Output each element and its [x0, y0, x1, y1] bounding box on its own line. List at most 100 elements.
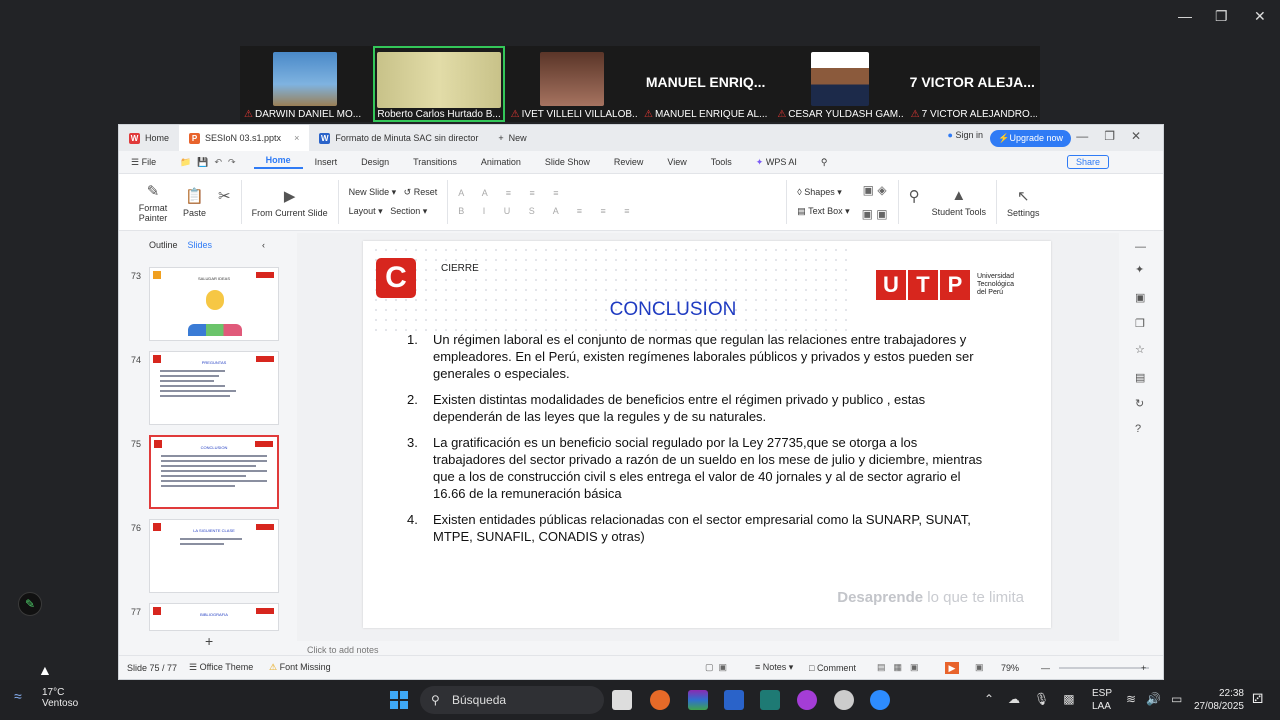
- zoom-app-icon[interactable]: [870, 690, 890, 710]
- chatgpt-icon[interactable]: [834, 690, 854, 710]
- font-missing-button[interactable]: ⚠ Font Missing: [269, 662, 331, 673]
- menu-slide-show[interactable]: Slide Show: [533, 157, 602, 167]
- copy-icon[interactable]: ❐: [1135, 317, 1145, 330]
- word-icon[interactable]: [724, 690, 744, 710]
- system-icons[interactable]: ≋🔊▭: [1126, 692, 1192, 706]
- weather-widget[interactable]: ≈ 17°C Ventoso: [14, 687, 78, 709]
- notes-field[interactable]: Click to add notes: [307, 645, 379, 655]
- outline-tab[interactable]: Outline: [149, 240, 178, 250]
- menu-view[interactable]: View: [655, 157, 698, 167]
- window-controls[interactable]: —❐✕: [1076, 129, 1157, 143]
- settings-button[interactable]: ↖ Settings: [1001, 187, 1046, 218]
- view-icons[interactable]: ▢ ▣: [705, 662, 727, 673]
- help-icon[interactable]: ?: [1135, 423, 1141, 435]
- view-mode-icons[interactable]: ▤▦▣: [877, 662, 927, 673]
- paste-button[interactable]: 📋 Paste: [177, 187, 212, 218]
- menu-animation[interactable]: Animation: [469, 157, 533, 167]
- sign-in-button[interactable]: ● Sign in: [948, 130, 983, 140]
- language-indicator[interactable]: ESP LAA: [1092, 687, 1112, 713]
- participant-tile-3[interactable]: ⚠ IVET VILLELI VILLALOB...: [506, 46, 638, 122]
- add-slide-button[interactable]: +: [205, 633, 213, 649]
- participant-tile-4[interactable]: MANUEL ENRIQ... ⚠ MANUEL ENRIQUE AL...: [639, 46, 772, 122]
- copilot-icon[interactable]: [797, 690, 817, 710]
- participant-tile-1[interactable]: ⚠ DARWIN DANIEL MO...: [240, 46, 372, 122]
- menu-transitions[interactable]: Transitions: [401, 157, 469, 167]
- status-bar: Slide 75 / 77 ☰ Office Theme ⚠ Font Miss…: [119, 655, 1163, 679]
- collapse-pane-icon[interactable]: ‹: [262, 240, 265, 250]
- participant-tile-2[interactable]: Roberto Carlos Hurtado B...: [373, 46, 505, 122]
- notification-bell-icon[interactable]: ⚂: [1252, 691, 1263, 707]
- file-explorer-icon[interactable]: [612, 690, 632, 710]
- theme-button[interactable]: ☰ Office Theme: [189, 662, 253, 673]
- start-button[interactable]: [390, 691, 408, 709]
- star-icon[interactable]: ☆: [1135, 343, 1145, 356]
- format-painter-button[interactable]: ✎ Format Painter: [129, 182, 177, 223]
- restore-button[interactable]: ❐: [1215, 8, 1228, 25]
- close-button[interactable]: ✕: [1254, 8, 1266, 25]
- slide-thumbnail[interactable]: PREGUNTAS: [149, 351, 279, 425]
- participant-tile-6[interactable]: 7 VICTOR ALEJA... ⚠ 7 VICTOR ALEJANDRO...: [906, 46, 1038, 122]
- comment-button[interactable]: □ Comment: [809, 663, 856, 673]
- tray-icons[interactable]: ⌃☁🎙▩: [984, 692, 1089, 706]
- firefox-icon[interactable]: [650, 690, 670, 710]
- zoom-out-button[interactable]: —: [1041, 663, 1050, 673]
- participant-video: [539, 52, 604, 106]
- slide-thumbnail[interactable]: BIBLIOGRAFIA: [149, 603, 279, 631]
- new-slide-button[interactable]: New Slide ▾ ↺ Reset: [349, 187, 438, 198]
- taskbar-search[interactable]: ⚲ Búsqueda: [420, 686, 604, 714]
- tab-home[interactable]: W Home: [119, 125, 179, 151]
- cut-copy-group[interactable]: ✂: [212, 187, 237, 218]
- menu-tools[interactable]: Tools: [699, 157, 744, 167]
- file-menu[interactable]: ☰ File: [119, 157, 168, 168]
- slide-thumbnail-selected[interactable]: CONCLUSION: [149, 435, 279, 509]
- menu-insert[interactable]: Insert: [303, 157, 350, 167]
- menu-design[interactable]: Design: [349, 157, 401, 167]
- arrange-icon[interactable]: ▣: [1135, 291, 1145, 304]
- list-item: 3. La gratificación es un beneficio socia…: [407, 435, 983, 501]
- minimize-button[interactable]: —: [1178, 8, 1192, 24]
- image-icon[interactable]: ▤: [1135, 371, 1145, 384]
- zoom-in-button[interactable]: +: [1141, 663, 1146, 673]
- zoom-slider[interactable]: [1059, 667, 1149, 669]
- slide-thumbnail[interactable]: LA SIGUIENTE CLASE: [149, 519, 279, 593]
- notes-button[interactable]: ≡ Notes ▾: [755, 662, 793, 673]
- shapes-button[interactable]: ◊ Shapes ▾: [797, 187, 842, 198]
- find-replace-group[interactable]: ⚲: [903, 187, 926, 218]
- zoom-level[interactable]: 79%: [1001, 663, 1019, 673]
- history-icon[interactable]: ↻: [1135, 397, 1144, 410]
- layout-button[interactable]: Layout ▾ Section ▾: [349, 206, 428, 217]
- collapse-icon[interactable]: —: [1135, 241, 1146, 253]
- menu-review[interactable]: Review: [602, 157, 656, 167]
- arrange-group[interactable]: ▣ ◈ ▣ ▣: [856, 183, 894, 221]
- student-tools-button[interactable]: ▲ Student Tools: [926, 187, 992, 217]
- slide-canvas[interactable]: C CIERRE U T P Universidad Tecnológica d…: [297, 233, 1119, 641]
- participant-tile-5[interactable]: ⚠ CESAR YULDASH GAM...: [773, 46, 905, 122]
- font-paragraph-group[interactable]: A A ≡ ≡ ≡ B I U S A ≡ ≡ ≡: [452, 188, 782, 216]
- tab-presentation[interactable]: P SESIoN 03.s1.pptx ×: [179, 125, 310, 151]
- close-tab-icon[interactable]: ×: [294, 133, 299, 143]
- upgrade-button[interactable]: ⚡Upgrade now: [990, 130, 1071, 147]
- clock[interactable]: 22:38 27/08/2025: [1188, 687, 1244, 713]
- from-current-slide-button[interactable]: ▶ From Current Slide: [246, 187, 334, 218]
- wps-logo-icon: W: [129, 132, 140, 144]
- play-slideshow-button[interactable]: ▶: [945, 661, 959, 674]
- participant-name: Roberto Carlos Hurtado B...: [377, 109, 501, 120]
- menu-wps-ai[interactable]: ✦ WPS AI: [744, 157, 809, 168]
- winrar-icon[interactable]: [688, 690, 708, 710]
- ribbon-divider: [897, 180, 899, 224]
- annotate-pencil-icon[interactable]: ✎: [18, 592, 42, 616]
- text-box-button[interactable]: ▤ Text Box ▾: [797, 206, 849, 217]
- magic-icon[interactable]: ✦: [1135, 263, 1144, 276]
- current-slide[interactable]: C CIERRE U T P Universidad Tecnológica d…: [363, 241, 1051, 628]
- slide-thumbnail[interactable]: SALUDAR IDEAS: [149, 267, 279, 341]
- search-icon[interactable]: ⚲: [809, 157, 840, 168]
- slides-tab[interactable]: Slides: [188, 240, 213, 250]
- fit-icon[interactable]: ▣: [975, 662, 984, 673]
- lightning-icon: ⚡: [998, 133, 1010, 143]
- share-button[interactable]: Share: [1066, 155, 1109, 169]
- calculator-icon[interactable]: [760, 690, 780, 710]
- tab-document[interactable]: W Formato de Minuta SAC sin director: [309, 125, 488, 151]
- menu-home[interactable]: Home: [253, 155, 303, 169]
- quick-access-toolbar[interactable]: 📁💾↶↷: [168, 157, 254, 168]
- new-tab-button[interactable]: + New: [488, 125, 536, 151]
